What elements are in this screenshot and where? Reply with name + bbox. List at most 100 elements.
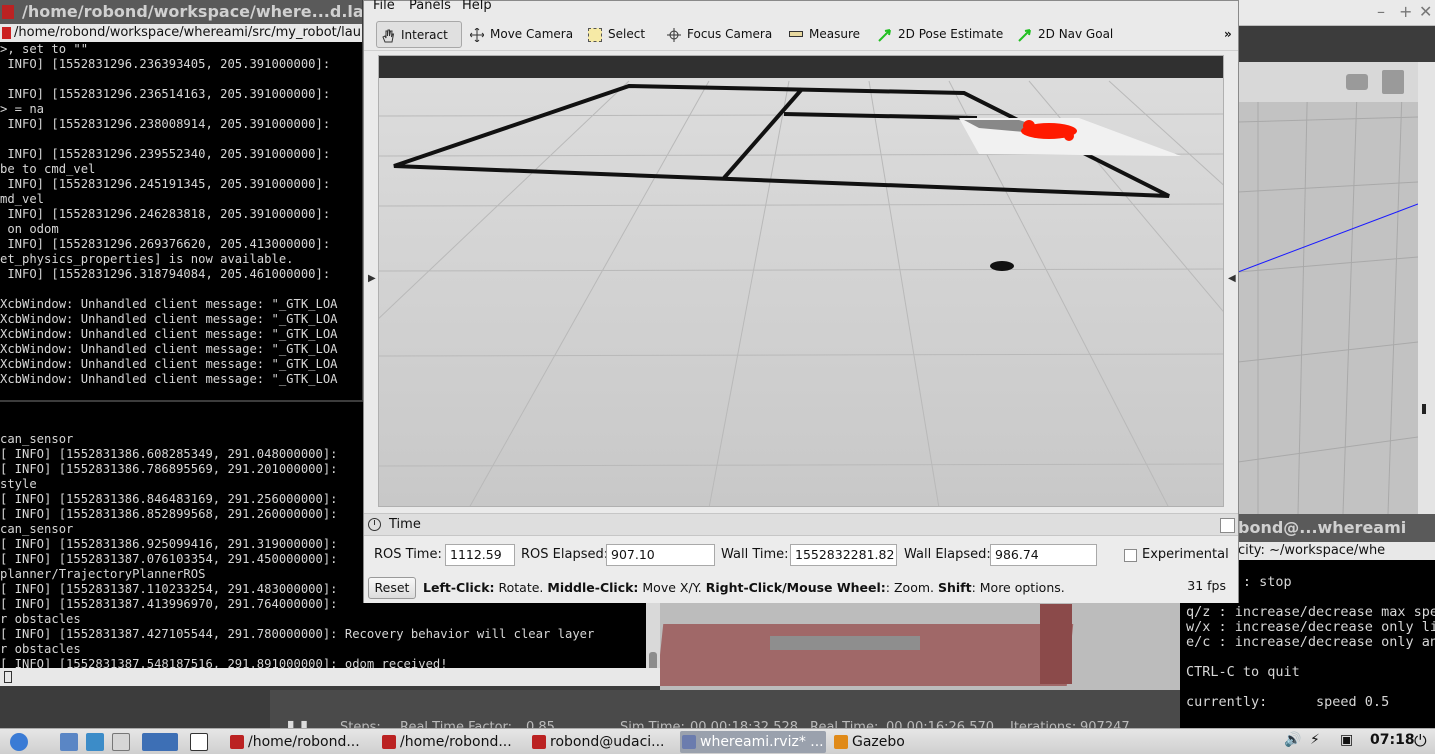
wall-time-label: Wall Time:	[721, 547, 789, 562]
rviz-icon	[682, 735, 696, 749]
terminal-line: INFO] [1552831296.318794084, 205.4610000…	[0, 267, 331, 281]
tool-bar: Interact Move Camera Select Focus Camera…	[364, 17, 1238, 51]
experimental-checkbox[interactable]	[1124, 549, 1137, 562]
gazebo-titlebar	[1239, 26, 1435, 62]
wall-time-field[interactable]: 1552832281.82	[790, 544, 897, 566]
terminal-line: w/x : increase/decrease only li	[1186, 619, 1435, 635]
terminal-tab-strip	[0, 668, 660, 686]
terminal-line: [ INFO] [1552831387.427105544, 291.78000…	[0, 627, 595, 641]
hand-icon	[382, 29, 395, 43]
start-menu-icon[interactable]	[10, 733, 28, 751]
time-panel: Time ROS Time: 1112.59 ROS Elapsed: 907.…	[364, 513, 1238, 603]
taskbar-app-rviz[interactable]: whereami.rviz* ...	[680, 731, 826, 753]
green-arrow-icon	[1018, 29, 1031, 42]
terminal-line: XcbWindow: Unhandled client message: "_G…	[0, 297, 338, 311]
drag-handle-icon[interactable]	[1422, 404, 1426, 414]
wall-elapsed-label: Wall Elapsed:	[904, 547, 991, 562]
taskbar-app-gazebo[interactable]: Gazebo	[832, 731, 905, 753]
taskbar-app-terminal-3[interactable]: robond@udaci...	[530, 731, 665, 753]
menu-bar: File Panels Help	[364, 0, 1238, 15]
panel-float-button[interactable]	[1220, 518, 1235, 533]
menu-file[interactable]: File	[373, 0, 395, 13]
toolbar-overflow-button[interactable]: »	[1202, 21, 1232, 48]
terminal-icon	[532, 735, 546, 749]
move-camera-icon	[470, 28, 484, 42]
select-icon	[588, 28, 602, 42]
terminal-cursor-icon	[4, 671, 12, 683]
terminal-icon	[2, 5, 14, 19]
rviz-3d-viewport[interactable]	[378, 55, 1224, 507]
camera-icon[interactable]	[1346, 74, 1368, 90]
tool-focus-camera[interactable]: Focus Camera	[663, 21, 772, 48]
taskbar-app-terminal-2[interactable]: /home/robond...	[380, 731, 512, 753]
desktop-pager-icon[interactable]	[142, 733, 178, 751]
terminal-line: INFO] [1552831296.269376620, 205.4130000…	[0, 237, 331, 251]
terminal-line: q/z : increase/decrease max spe	[1186, 604, 1435, 620]
terminal-line: INFO] [1552831296.239552340, 205.3910000…	[0, 147, 331, 161]
green-arrow-icon	[878, 29, 891, 42]
file-manager-icon[interactable]	[60, 733, 78, 751]
rviz-window[interactable]: File Panels Help Interact Move Camera Se…	[363, 0, 1239, 603]
terminal-line: INFO] [1552831296.238008914, 205.3910000…	[0, 117, 331, 131]
terminal-line: XcbWindow: Unhandled client message: "_G…	[0, 342, 338, 356]
tool-move-camera[interactable]: Move Camera	[466, 21, 573, 48]
close-button[interactable]: ✕	[1419, 2, 1432, 21]
experimental-label: Experimental	[1142, 547, 1229, 562]
gazebo-viewport[interactable]	[1238, 62, 1418, 514]
terminal-line: be to cmd_vel	[0, 162, 96, 176]
tool-measure[interactable]: Measure	[785, 21, 860, 48]
terminal-line: currently: speed 0.5	[1186, 694, 1390, 710]
ros-time-field[interactable]: 1112.59	[445, 544, 515, 566]
background-window-titlebar: – + ✕	[1239, 0, 1435, 26]
terminal-line: e/c : increase/decrease only an	[1186, 634, 1435, 650]
terminal-output[interactable]: >, set to "" INFO] [1552831296.236393405…	[0, 42, 362, 400]
log-icon[interactable]	[1382, 70, 1404, 94]
maximize-button[interactable]: +	[1399, 2, 1412, 21]
wall-elapsed-field[interactable]: 986.74	[990, 544, 1097, 566]
network-icon[interactable]: ▣	[1340, 732, 1353, 748]
show-desktop-icon[interactable]	[190, 733, 208, 751]
taskbar: /home/robond... /home/robond... robond@u…	[0, 728, 1435, 754]
tool-2d-pose-estimate[interactable]: 2D Pose Estimate	[874, 21, 1003, 48]
minimize-button[interactable]: –	[1377, 2, 1385, 21]
ros-time-label: ROS Time:	[374, 547, 442, 562]
terminal-line: INFO] [1552831296.245191345, 205.3910000…	[0, 177, 331, 191]
terminal-line: > = na	[0, 102, 45, 116]
focus-camera-icon	[667, 28, 681, 42]
power-icon[interactable]: ⏻	[1414, 731, 1427, 751]
right-panel-toggle-icon[interactable]: ◀	[1228, 273, 1236, 284]
reset-button[interactable]: Reset	[368, 577, 416, 599]
terminal-icon	[382, 735, 396, 749]
terminal-line: XcbWindow: Unhandled client message: "_G…	[0, 327, 338, 341]
ros-elapsed-label: ROS Elapsed:	[521, 547, 609, 562]
menu-panels[interactable]: Panels	[409, 0, 451, 13]
power-plug-icon[interactable]: ⚡	[1310, 732, 1320, 748]
gazebo-scene-bottom	[660, 600, 1180, 690]
terminal-icon	[2, 27, 11, 39]
menu-help[interactable]: Help	[462, 0, 492, 13]
time-panel-title: Time	[389, 517, 421, 532]
ros-elapsed-field[interactable]: 907.10	[606, 544, 715, 566]
taskbar-app-terminal-1[interactable]: /home/robond...	[228, 731, 360, 753]
clock-icon	[368, 518, 381, 531]
terminal-line: XcbWindow: Unhandled client message: "_G…	[0, 372, 338, 386]
clock[interactable]: 07:18	[1370, 732, 1415, 748]
tool-select[interactable]: Select	[584, 21, 645, 48]
gazebo-side-panel[interactable]	[1418, 62, 1435, 514]
terminal-line: XcbWindow: Unhandled client message: "_G…	[0, 312, 338, 326]
tool-interact[interactable]: Interact	[376, 21, 462, 48]
settings-icon[interactable]	[86, 733, 104, 751]
left-panel-toggle-icon[interactable]: ▶	[368, 273, 376, 284]
tool-2d-nav-goal[interactable]: 2D Nav Goal	[1014, 21, 1113, 48]
window-list-icon[interactable]	[112, 733, 130, 751]
terminal-tab[interactable]: /home/robond/workspace/whereami/src/my_r…	[0, 24, 362, 42]
terminal-line: >, set to ""	[0, 42, 89, 56]
terminal-line: INFO] [1552831296.246283818, 205.3910000…	[0, 207, 331, 221]
terminal-window-roslaunch[interactable]: /home/robond/workspace/where...d.laun /h…	[0, 0, 362, 400]
volume-icon[interactable]: 🔊	[1284, 732, 1301, 748]
